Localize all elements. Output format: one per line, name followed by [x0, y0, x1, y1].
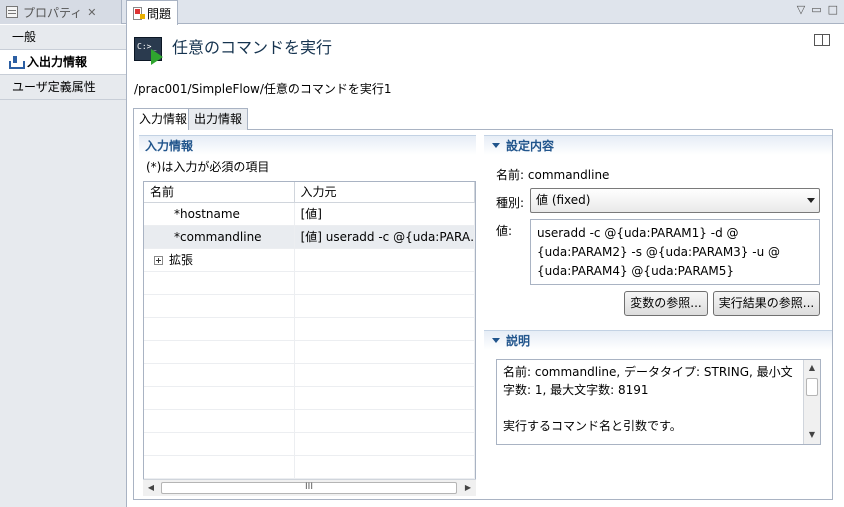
value-textarea[interactable]: useradd -c @{uda:PARAM1} -d @ {uda:PARAM…: [530, 219, 820, 285]
value-label: 値:: [496, 224, 513, 238]
description-section-title: 説明: [506, 334, 531, 348]
type-select[interactable]: 値 (fixed): [530, 188, 820, 213]
row-name: *hostname: [144, 203, 295, 225]
collapse-icon: [492, 143, 500, 148]
type-select-value: 値 (fixed): [536, 193, 591, 207]
scroll-thumb[interactable]: [806, 378, 818, 396]
empty-row: [144, 272, 475, 295]
description-box: 名前: commandline, データタイプ: STRING, 最小文 字数:…: [496, 359, 821, 445]
tab-properties[interactable]: プロパティ ✕: [0, 0, 122, 24]
play-icon: [151, 49, 163, 65]
table-row[interactable]: 拡張: [144, 249, 475, 272]
expand-icon[interactable]: [154, 256, 163, 265]
nav-item-input-output[interactable]: 入出力情報: [0, 50, 126, 75]
minimize-icon[interactable]: ▭: [811, 3, 821, 16]
table-row[interactable]: *hostname [値]: [144, 203, 475, 226]
breadcrumb: /prac001/SimpleFlow/任意のコマンドを実行1: [134, 82, 392, 96]
properties-icon: [6, 6, 18, 18]
view-tab-bar: プロパティ ✕ 問題 ▽ ▭ □: [0, 0, 844, 25]
tab-properties-label: プロパティ: [23, 5, 83, 20]
empty-row: [144, 387, 475, 410]
table-row[interactable]: *commandline [値] useradd -c @{uda:PARA…: [144, 226, 475, 249]
row-source: [値]: [295, 203, 475, 225]
scroll-thumb[interactable]: III: [161, 482, 457, 494]
scroll-down-icon[interactable]: ▼: [804, 427, 820, 443]
input-section-header: 入力情報: [139, 135, 476, 155]
empty-row: [144, 410, 475, 433]
tab-input-info[interactable]: 入力情報: [133, 108, 194, 131]
scroll-right-icon[interactable]: ▶: [460, 480, 476, 496]
properties-nav: 一般 入出力情報 ユーザ定義属性: [0, 25, 127, 507]
nav-item-label: ユーザ定義属性: [12, 80, 96, 94]
command-icon: C:>_: [134, 37, 164, 65]
description-section-header[interactable]: 説明: [484, 330, 832, 350]
required-note: (*)は入力が必須の項目: [146, 160, 270, 174]
input-table: 名前 入力元 *hostname [値] *commandline [値] us…: [143, 181, 476, 496]
name-value: commandline: [527, 168, 610, 182]
help-book-icon[interactable]: [814, 34, 830, 46]
input-section-title: 入力情報: [145, 139, 194, 153]
view-menu-icon[interactable]: ▽: [797, 3, 805, 16]
inner-tab-bar: 入力情報 出力情報: [133, 108, 833, 131]
close-icon[interactable]: ✕: [87, 6, 96, 19]
nav-item-label: 一般: [12, 30, 37, 44]
description-text: 名前: commandline, データタイプ: STRING, 最小文 字数:…: [503, 365, 793, 433]
column-header-source[interactable]: 入力元: [295, 182, 475, 202]
row-source: [値] useradd -c @{uda:PARA…: [295, 226, 475, 248]
settings-section-title: 設定内容: [506, 139, 555, 153]
nav-item-label: 入出力情報: [27, 54, 88, 69]
name-row: 名前: commandline: [496, 166, 609, 183]
variable-reference-button[interactable]: 変数の参照...: [624, 291, 708, 316]
empty-row: [144, 456, 475, 479]
empty-row: [144, 341, 475, 364]
settings-section-header[interactable]: 設定内容: [484, 135, 832, 155]
chevron-down-icon: [807, 198, 815, 203]
scroll-up-icon[interactable]: ▲: [804, 360, 820, 376]
input-output-icon: [8, 55, 25, 69]
vertical-scrollbar[interactable]: ▲ ▼: [803, 360, 820, 444]
tab-problems[interactable]: 問題: [126, 0, 178, 25]
row-name: 拡張: [169, 253, 194, 267]
type-label: 種別:: [496, 196, 525, 210]
page-title: 任意のコマンドを実行: [172, 38, 333, 57]
row-name-cell: 拡張: [144, 249, 295, 271]
empty-row: [144, 433, 475, 456]
nav-item-general[interactable]: 一般: [0, 25, 126, 50]
problems-icon: [133, 6, 145, 20]
name-label: 名前:: [496, 168, 525, 182]
row-source: [295, 249, 475, 271]
collapse-icon: [492, 338, 500, 343]
table-header: 名前 入力元: [144, 182, 475, 203]
empty-row: [144, 318, 475, 341]
tab-problems-label: 問題: [146, 6, 171, 21]
tab-output-info[interactable]: 出力情報: [188, 108, 249, 130]
result-reference-button[interactable]: 実行結果の参照...: [713, 291, 820, 316]
empty-row: [144, 295, 475, 318]
empty-row: [144, 364, 475, 387]
row-name: *commandline: [144, 226, 295, 248]
column-header-name[interactable]: 名前: [144, 182, 295, 202]
horizontal-scrollbar[interactable]: ◀ III ▶: [143, 479, 476, 496]
maximize-icon[interactable]: □: [828, 3, 838, 16]
scroll-left-icon[interactable]: ◀: [143, 480, 159, 496]
nav-item-user-attributes[interactable]: ユーザ定義属性: [0, 75, 126, 100]
view-toolbar: ▽ ▭ □: [797, 3, 838, 16]
